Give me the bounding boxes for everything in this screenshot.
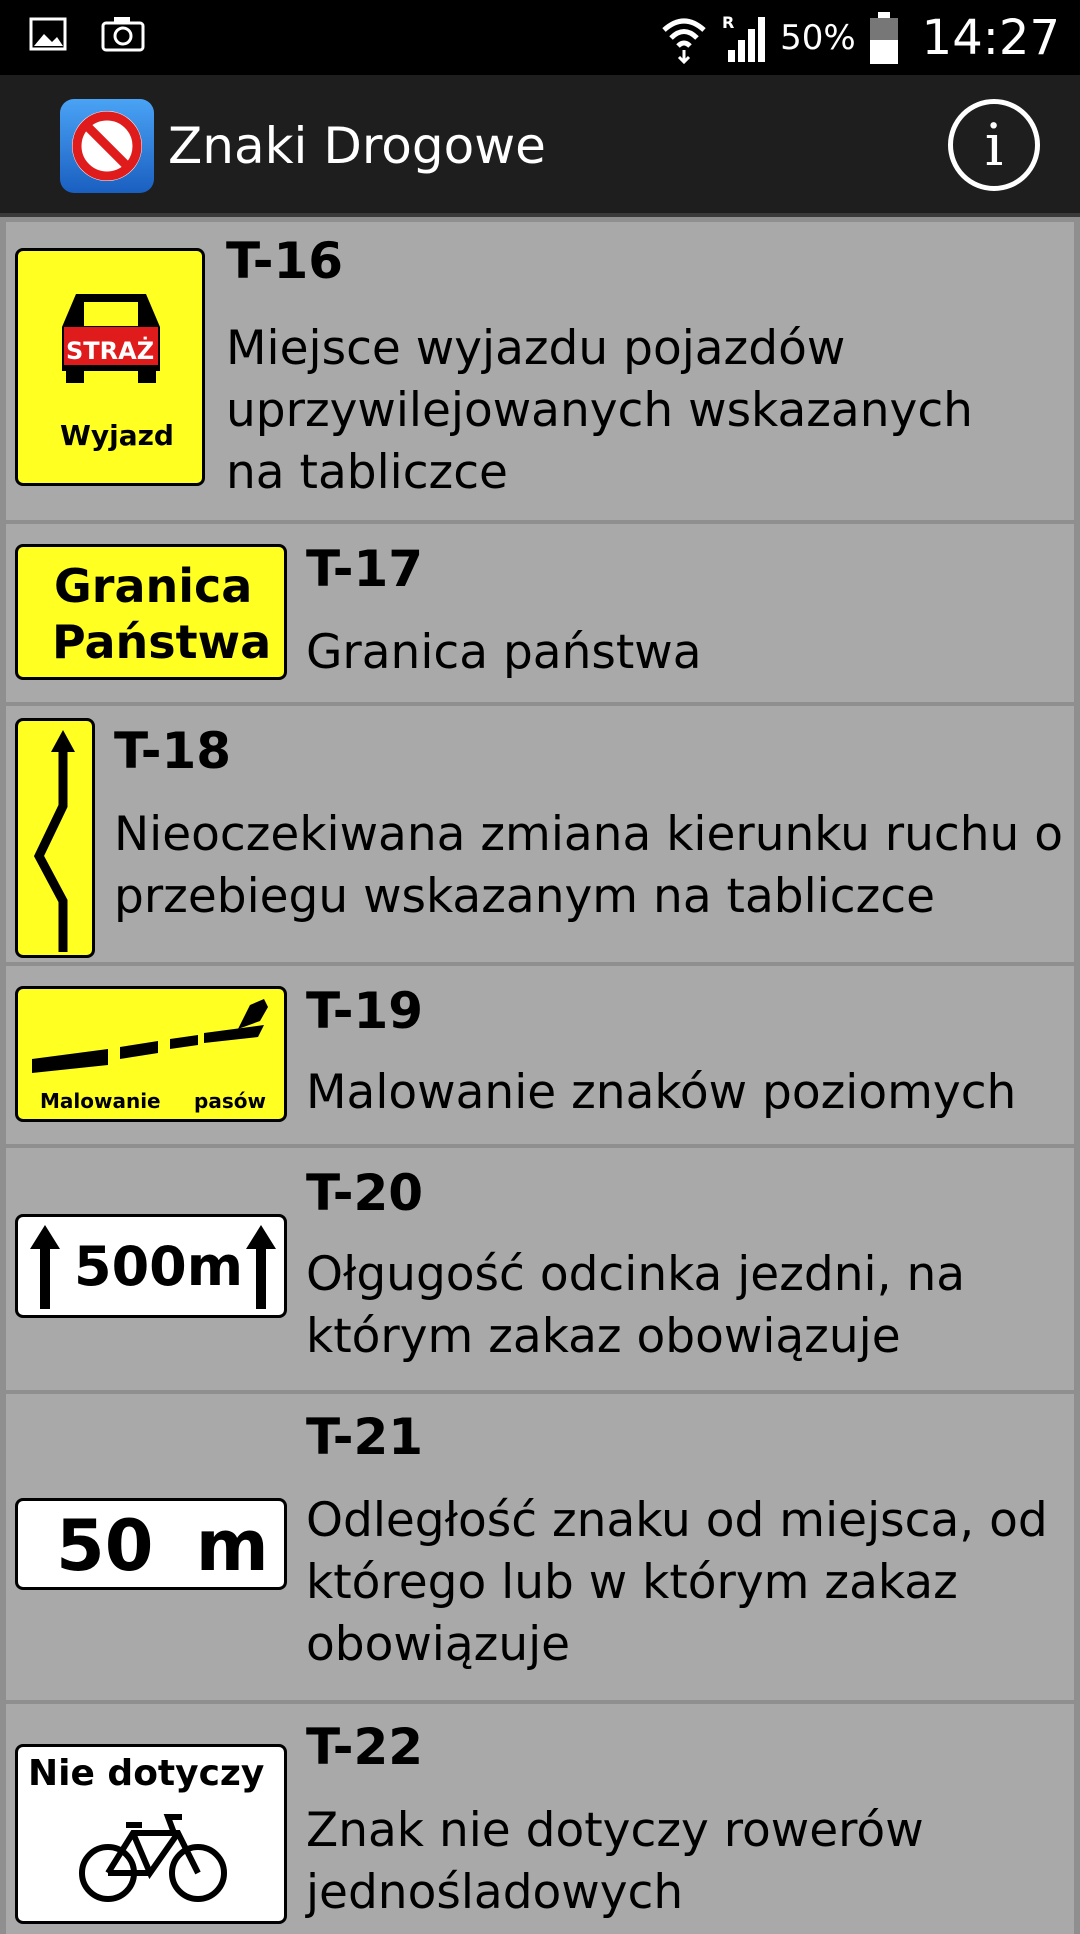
list-item[interactable]: 50 m T-21 Odległość znaku od miejsca, od… xyxy=(6,1394,1074,1700)
svg-text:R: R xyxy=(722,13,734,32)
sign-t19-label-1: Malowanie xyxy=(40,1089,161,1113)
sign-description: Granica państwa xyxy=(306,625,702,680)
sign-t18-image xyxy=(15,718,95,958)
sign-t21-label: 50 m xyxy=(56,1505,269,1587)
list-item[interactable]: Granica Państwa T-17 Granica państwa xyxy=(6,524,1074,702)
action-bar: Znaki Drogowe i xyxy=(0,75,1080,217)
sign-t16-label-2: Wyjazd xyxy=(60,419,174,452)
sign-t20-image: 500m xyxy=(15,1214,287,1318)
sign-t22-image: Nie dotyczy xyxy=(15,1744,287,1924)
signal-icon: R xyxy=(722,13,766,62)
sign-t17-label-2: Państwa xyxy=(52,615,272,669)
sign-t16-label-1: STRAŻ xyxy=(66,337,155,365)
sign-t17-image: Granica Państwa xyxy=(15,544,287,680)
list-item[interactable]: STRAŻ Wyjazd T-16 Miejsce wyjazdu pojazd… xyxy=(6,222,1074,520)
sign-description: Nieoczekiwana zmiana kierunku ruchu o pr… xyxy=(114,807,1064,924)
camera-icon xyxy=(101,17,145,52)
sign-code: T-20 xyxy=(306,1164,424,1222)
sign-description: Znak nie dotyczy rowerów jednośladowych xyxy=(306,1803,924,1920)
sign-t20-label: 500m xyxy=(74,1235,243,1298)
sign-description: Miejsce wyjazdu pojazdów uprzywilejowany… xyxy=(226,321,973,500)
battery-icon xyxy=(869,11,898,64)
info-icon: i xyxy=(984,111,1004,179)
road-painting-icon xyxy=(32,999,268,1073)
battery-percent: 50% xyxy=(780,17,856,58)
list-item[interactable]: Nie dotyczy T-22 Znak nie dotyczy roweró… xyxy=(6,1704,1074,1934)
sign-description: Ołgugość odcinka jezdni, na którym zakaz… xyxy=(306,1247,966,1364)
bicycle-icon xyxy=(79,1814,227,1902)
sign-description: Odległość znaku od miejsca, od którego l… xyxy=(306,1493,1048,1672)
sign-t22-label: Nie dotyczy xyxy=(28,1753,265,1794)
sign-t17-label-1: Granica xyxy=(54,559,253,613)
sign-code: T-17 xyxy=(306,540,424,598)
list-item[interactable]: Malowanie pasów T-19 Malowanie znaków po… xyxy=(6,966,1074,1144)
info-button[interactable]: i xyxy=(948,99,1040,191)
sign-t16-image: STRAŻ Wyjazd xyxy=(15,248,205,486)
sign-code: T-22 xyxy=(306,1718,424,1776)
app-logo-icon xyxy=(60,99,154,193)
sign-code: T-19 xyxy=(306,982,424,1040)
curve-arrow-icon xyxy=(33,730,75,952)
wifi-icon xyxy=(662,18,706,64)
sign-code: T-16 xyxy=(226,232,344,290)
arrow-up-icon xyxy=(246,1225,276,1309)
sign-t21-image: 50 m xyxy=(15,1498,287,1590)
clock: 14:27 xyxy=(921,9,1060,66)
sign-code: T-18 xyxy=(114,722,232,780)
status-bar: R 50% 14:27 xyxy=(0,0,1080,75)
app-title: Znaki Drogowe xyxy=(168,117,546,175)
gallery-icon xyxy=(29,17,67,51)
list-item[interactable]: T-18 Nieoczekiwana zmiana kierunku ruchu… xyxy=(6,706,1074,962)
sign-description: Malowanie znaków poziomych xyxy=(306,1065,1017,1120)
list-item[interactable]: 500m T-20 Ołgugość odcinka jezdni, na kt… xyxy=(6,1148,1074,1390)
sign-t19-image: Malowanie pasów xyxy=(15,986,287,1122)
arrow-up-icon xyxy=(30,1225,60,1309)
sign-code: T-21 xyxy=(306,1408,424,1466)
sign-t19-label-2: pasów xyxy=(194,1089,266,1113)
